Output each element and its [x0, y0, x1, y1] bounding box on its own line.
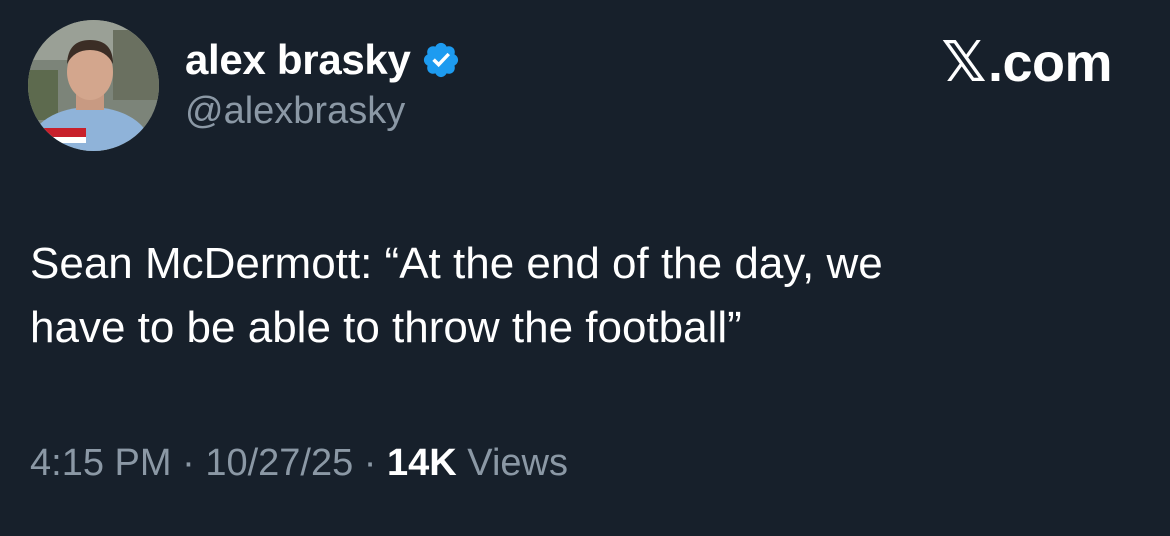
views-label: Views: [457, 442, 568, 485]
profile-photo-icon: [28, 20, 159, 151]
tweet-meta: 4:15 PM · 10/27/25 · 14K Views: [30, 442, 568, 485]
brand-suffix: .com: [987, 32, 1113, 93]
avatar[interactable]: [28, 20, 159, 151]
author-row: alex brasky: [185, 34, 461, 86]
tweet-card: alex brasky @alexbrasky 𝕏 .com Sean McDe…: [0, 0, 1170, 536]
tweet-date[interactable]: 10/27/25: [205, 442, 353, 485]
display-name[interactable]: alex brasky: [185, 36, 411, 84]
meta-separator: ·: [171, 442, 206, 484]
tweet-time[interactable]: 4:15 PM: [30, 442, 172, 485]
author-handle[interactable]: @alexbrasky: [185, 90, 405, 133]
views-label-text: Views: [467, 442, 568, 484]
verified-badge-icon: [421, 40, 461, 80]
tweet-text-line: Sean McDermott: “At the end of the day, …: [30, 239, 883, 288]
x-logo-icon: 𝕏: [941, 30, 986, 95]
meta-separator: ·: [353, 442, 388, 484]
tweet-text-line: have to be able to throw the football”: [30, 303, 742, 352]
views-count: 14K: [387, 442, 457, 484]
tweet-text: Sean McDermott: “At the end of the day, …: [30, 232, 1130, 360]
x-logo: 𝕏 .com: [941, 30, 1112, 95]
